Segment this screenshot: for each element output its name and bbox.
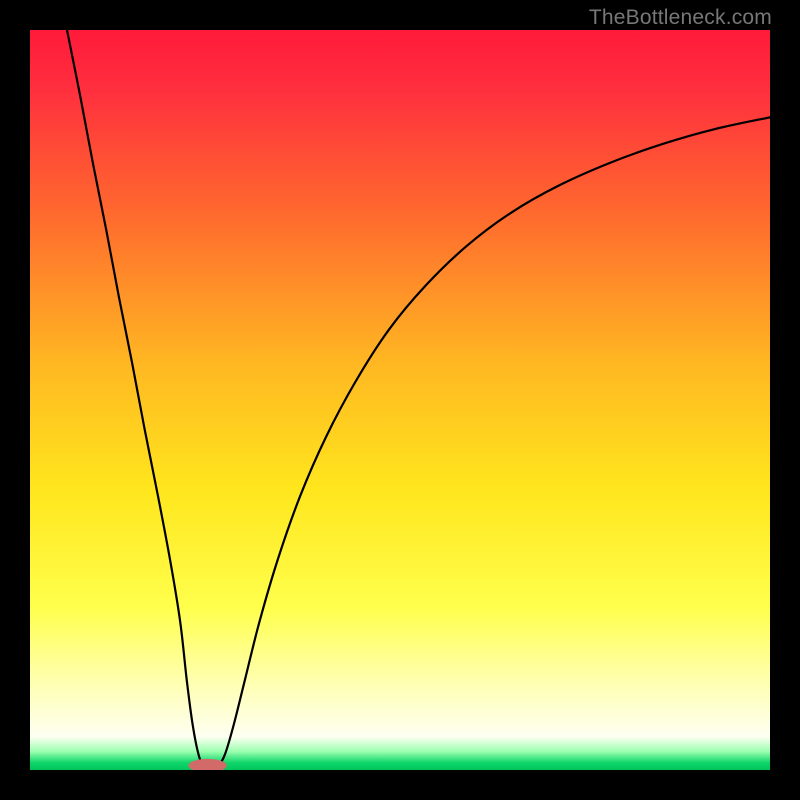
chart-frame (30, 30, 770, 770)
watermark-text: TheBottleneck.com (589, 6, 772, 30)
chart-svg (30, 30, 770, 770)
gradient-rect (30, 30, 770, 770)
